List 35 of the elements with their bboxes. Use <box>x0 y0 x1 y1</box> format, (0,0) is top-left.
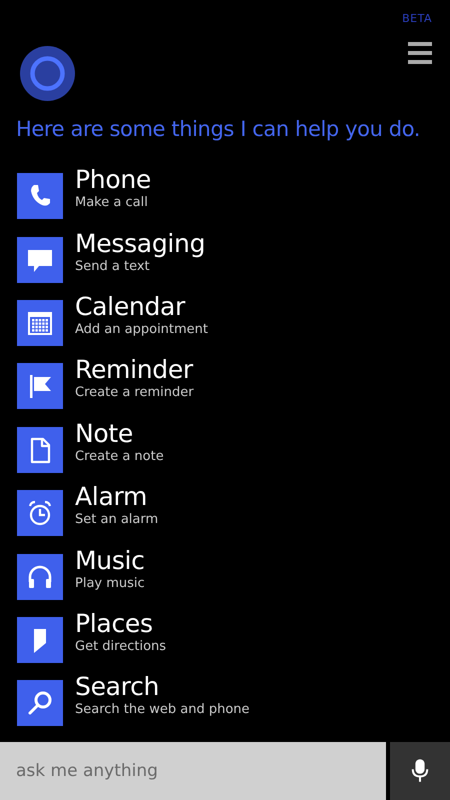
map-pin-tile[interactable] <box>17 616 63 663</box>
microphone-icon <box>411 758 429 783</box>
beta-label: BETA <box>402 12 432 25</box>
item-title[interactable]: Alarm <box>75 482 158 512</box>
item-subtitle: Make a call <box>75 195 149 212</box>
item-subtitle: Create a reminder <box>75 385 194 402</box>
headphones-tile[interactable] <box>17 554 63 600</box>
item-subtitle: Add an appointment <box>75 322 208 338</box>
item-subtitle: Set an alarm <box>75 512 158 528</box>
menu-button[interactable] <box>408 42 432 64</box>
alarm-clock-tile[interactable] <box>17 490 63 536</box>
speech-bubble-tile[interactable] <box>17 236 63 283</box>
flag-tile[interactable] <box>17 363 63 410</box>
prompt-heading: Here are some things I can help you do. <box>15 116 422 142</box>
item-title[interactable]: Places <box>75 608 166 639</box>
microphone-button[interactable] <box>390 742 450 800</box>
menu-icon <box>408 42 432 64</box>
item-title[interactable]: Calendar <box>75 292 208 322</box>
item-subtitle: Play music <box>75 576 145 592</box>
item-title[interactable]: Search <box>75 672 250 702</box>
item-subtitle: Get directions <box>75 638 166 655</box>
calendar-tile[interactable] <box>17 300 63 346</box>
document-tile[interactable] <box>17 426 63 473</box>
item-title[interactable]: Reminder <box>75 355 194 386</box>
item-subtitle: Search the web and phone <box>75 702 250 718</box>
item-title[interactable]: Note <box>75 418 164 449</box>
item-subtitle: Send a text <box>75 258 151 275</box>
search-tile[interactable] <box>17 680 63 726</box>
ask-input-field[interactable]: ask me anything <box>0 742 386 800</box>
circle-logo-icon <box>20 46 75 101</box>
item-title[interactable]: Messaging <box>75 228 206 259</box>
item-subtitle: Create a note <box>75 448 164 465</box>
phone-tile[interactable] <box>17 173 63 220</box>
item-title[interactable]: Phone <box>75 165 151 196</box>
item-title[interactable]: Music <box>75 546 145 576</box>
